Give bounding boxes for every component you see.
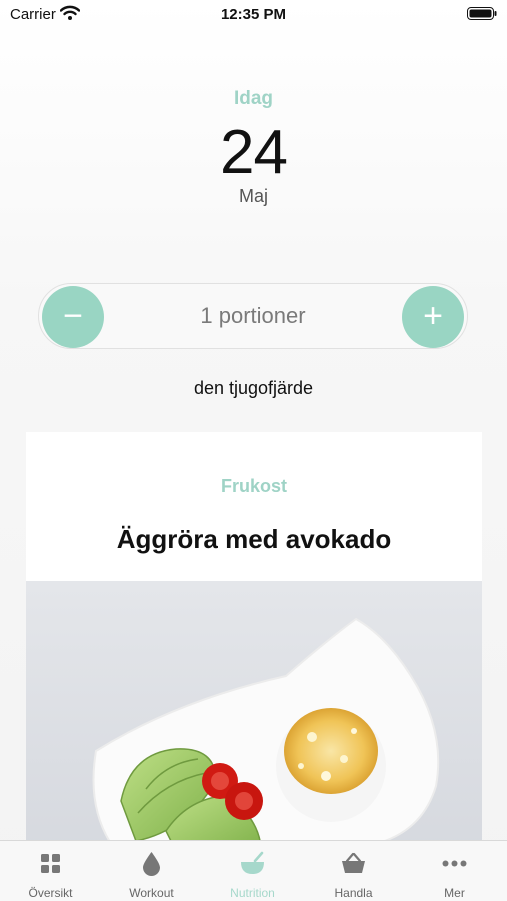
grid-icon bbox=[41, 854, 60, 873]
tab-bar: Översikt Workout Nutrition Handla Mer bbox=[0, 840, 507, 901]
tab-label: Översikt bbox=[28, 886, 73, 900]
tab-mer[interactable]: Mer bbox=[404, 841, 505, 901]
plus-icon: + bbox=[423, 297, 443, 335]
tab-nutrition[interactable]: Nutrition bbox=[202, 841, 303, 901]
meal-title: Äggröra med avokado bbox=[116, 524, 392, 554]
portion-stepper: − 1 portioner + bbox=[38, 283, 468, 349]
month-label: Maj bbox=[238, 186, 268, 206]
tab-label: Nutrition bbox=[230, 886, 275, 900]
date-ordinal-text: den tjugofjärde bbox=[193, 378, 314, 398]
more-icon bbox=[442, 860, 467, 867]
status-time: 12:35 PM bbox=[220, 6, 287, 23]
bowl-icon bbox=[241, 851, 264, 874]
basket-icon bbox=[342, 852, 365, 873]
tab-label: Mer bbox=[444, 886, 465, 900]
meal-photo bbox=[26, 581, 482, 842]
status-bar: Carrier 12:35 PM bbox=[0, 0, 507, 30]
meal-type-label: Frukost bbox=[220, 476, 287, 496]
battery-icon bbox=[467, 7, 497, 20]
date-header: Idag 24 Maj bbox=[0, 88, 507, 207]
tab-label: Workout bbox=[129, 886, 174, 900]
tab-oversikt[interactable]: Översikt bbox=[0, 841, 101, 901]
tab-handla[interactable]: Handla bbox=[303, 841, 404, 901]
increase-portions-button[interactable]: + bbox=[402, 286, 464, 348]
meal-card[interactable]: Frukost Äggröra med avokado bbox=[26, 432, 482, 842]
today-label: Idag bbox=[233, 88, 274, 109]
drop-icon bbox=[143, 852, 160, 876]
tab-label: Handla bbox=[334, 886, 373, 900]
day-number: 24 bbox=[220, 118, 288, 187]
tab-workout[interactable]: Workout bbox=[101, 841, 202, 901]
